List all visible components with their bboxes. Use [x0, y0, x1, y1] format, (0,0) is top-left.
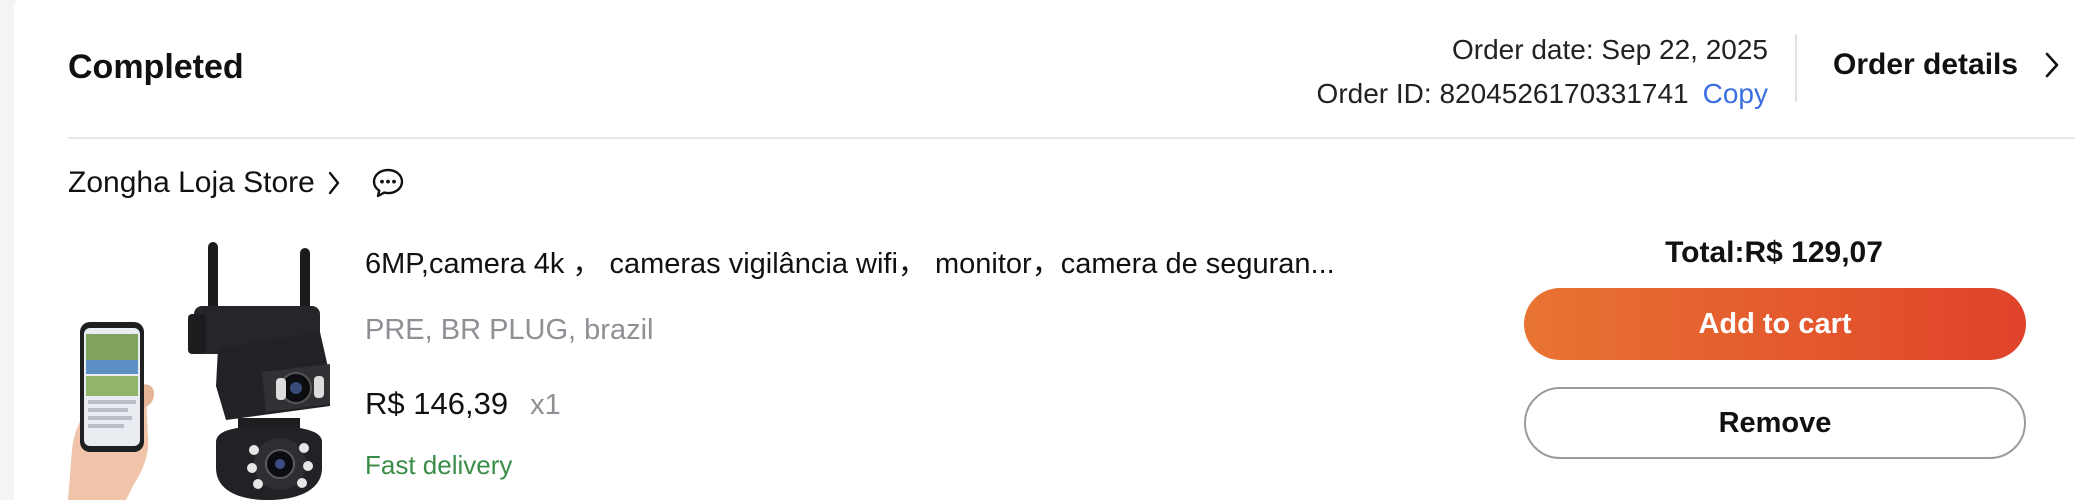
chevron-right-icon [2045, 52, 2059, 78]
chat-bubble-icon[interactable] [371, 167, 405, 199]
delivery-badge: Fast delivery [365, 450, 513, 480]
order-id: Order ID: 8204526170331741 [1316, 78, 1689, 109]
order-meta: Order date: Sep 22, 2025 Order ID: 82045… [1317, 28, 1768, 116]
order-card: Completed Order date: Sep 22, 2025 Order… [14, 0, 2075, 500]
section-divider [68, 137, 2075, 139]
remove-button[interactable]: Remove [1524, 387, 2026, 459]
price-row: R$ 146,39 x1 [365, 386, 561, 422]
product-quantity: x1 [530, 389, 561, 421]
order-details-label: Order details [1833, 48, 2019, 81]
product-image[interactable] [68, 236, 340, 500]
order-total: Total:R$ 129,07 [1665, 236, 1883, 269]
order-date: Order date: Sep 22, 2025 [1452, 34, 1768, 65]
store-row: Zongha Loja Store [68, 166, 405, 200]
copy-order-id-link[interactable]: Copy [1703, 78, 1768, 109]
order-details-link[interactable]: Order details [1833, 48, 2060, 82]
add-to-cart-button[interactable]: Add to cart [1524, 288, 2026, 360]
order-id-row: Order ID: 8204526170331741 Copy [1317, 72, 1768, 116]
product-price: R$ 146,39 [365, 386, 509, 421]
header-divider [1795, 34, 1797, 102]
product-variant: PRE, BR PLUG, brazil [365, 314, 654, 346]
product-title-link[interactable]: 6MP,camera 4k ， cameras vigilância wifi，… [365, 240, 1425, 282]
chevron-right-icon[interactable] [327, 171, 341, 195]
order-status: Completed [68, 48, 244, 86]
store-name-link[interactable]: Zongha Loja Store [68, 166, 315, 200]
